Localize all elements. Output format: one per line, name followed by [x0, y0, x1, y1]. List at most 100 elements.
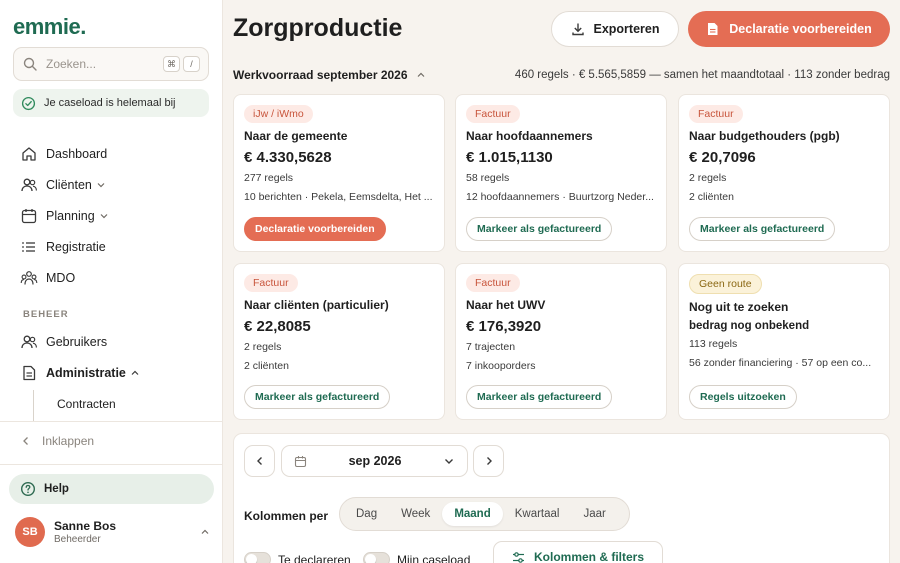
sidebar-item-label: Dashboard — [46, 147, 108, 161]
card-count: 2 regels — [244, 341, 282, 353]
sidebar-divider — [0, 421, 223, 422]
mark-invoiced-button[interactable]: Markeer als gefactureerd — [689, 217, 836, 241]
mark-invoiced-button[interactable]: Markeer als gefactureerd — [466, 385, 613, 409]
mark-invoiced-button[interactable]: Markeer als gefactureerd — [244, 385, 391, 409]
route-badge: Geen route — [689, 274, 762, 294]
route-badge: Factuur — [466, 274, 520, 292]
sidebar-item-planning[interactable]: Planning — [20, 205, 109, 227]
period-segmented-control: Dag Week Maand Kwartaal Jaar — [339, 497, 630, 531]
card-detail: 2 cliënten — [689, 191, 734, 203]
segment-kwartaal[interactable]: Kwartaal — [503, 502, 572, 526]
calendar-icon — [21, 209, 37, 224]
route-badge: Factuur — [244, 274, 298, 292]
segment-week[interactable]: Week — [389, 502, 442, 526]
document-icon — [23, 365, 36, 381]
collapse-label: Inklappen — [42, 434, 95, 448]
chevron-down-icon — [97, 183, 105, 188]
card-title: Naar het UWV — [466, 298, 546, 312]
page-title: Zorgproductie — [233, 14, 403, 42]
toggle-switch[interactable] — [244, 552, 271, 563]
previous-month-button[interactable] — [244, 445, 275, 477]
sliders-icon — [512, 551, 524, 563]
segment-dag[interactable]: Dag — [344, 502, 389, 526]
card-amount: € 20,7096 — [689, 149, 756, 166]
segment-maand[interactable]: Maand — [442, 502, 503, 526]
chevron-down-icon — [100, 214, 108, 219]
check-circle-icon — [21, 96, 36, 110]
card-count: 277 regels — [244, 172, 294, 184]
toggle-switch[interactable] — [363, 552, 390, 563]
prepare-declaration-label: Declaratie voorbereiden — [729, 22, 872, 36]
prepare-declaration-button[interactable]: Declaratie voorbereiden — [688, 11, 890, 47]
sidebar-item-label: Planning — [46, 209, 95, 223]
users-icon — [21, 178, 37, 192]
prepare-declaration-card-button[interactable]: Declaratie voorbereiden — [244, 217, 386, 241]
chevron-left-icon — [23, 437, 28, 445]
card-amount: € 4.330,5628 — [244, 149, 332, 166]
section-label-beheer: BEHEER — [23, 309, 69, 320]
route-card-hoofdaannemers: Factuur Naar hoofdaannemers € 1.015,1130… — [455, 94, 667, 252]
route-badge: iJw / iWmo — [244, 105, 313, 123]
sort-out-rows-button[interactable]: Regels uitzoeken — [689, 385, 797, 409]
user-menu[interactable]: SB Sanne Bos Beheerder — [15, 517, 211, 547]
search-icon — [23, 57, 37, 71]
toggle-te-declareren[interactable]: Te declareren — [244, 552, 351, 563]
card-detail: 56 zonder financiering · 57 op een co... — [689, 357, 872, 369]
help-label: Help — [44, 483, 69, 495]
sidebar-item-registratie[interactable]: Registratie — [20, 236, 106, 258]
help-circle-icon — [20, 481, 36, 497]
avatar: SB — [15, 517, 45, 547]
card-count: 7 trajecten — [466, 341, 516, 353]
card-title: Naar de gemeente — [244, 129, 348, 143]
columns-filters-label: Kolommen & filters — [533, 550, 644, 563]
card-amount: € 176,3920 — [466, 318, 542, 335]
sidebar-item-mdo[interactable]: MDO — [20, 267, 75, 289]
subnav-indent-line — [33, 390, 34, 422]
chevron-up-icon — [201, 529, 209, 534]
caseload-status: Je caseload is helemaal bij — [13, 89, 209, 117]
search-placeholder: Zoeken... — [46, 57, 97, 71]
sidebar-item-dashboard[interactable]: Dashboard — [20, 143, 107, 165]
card-detail: 10 berichten · Pekela, Eemsdelta, Het ..… — [244, 191, 433, 203]
app-logo[interactable]: emmie. — [13, 14, 86, 40]
document-icon — [708, 23, 718, 35]
month-select[interactable]: sep 2026 — [281, 445, 468, 477]
card-detail: 12 hoofdaannemers · Buurtzorg Neder... — [466, 191, 654, 203]
sidebar-item-label: MDO — [46, 271, 76, 285]
sidebar-item-clienten[interactable]: Cliënten — [20, 174, 106, 196]
download-icon — [571, 23, 584, 36]
workload-summary: 460 regels · € 5.565,5859 — samen het ma… — [514, 69, 890, 81]
collapse-sidebar-button[interactable]: Inklappen — [20, 434, 94, 448]
route-badge: Factuur — [466, 105, 520, 123]
sidebar-subitem-contracten[interactable]: Contracten — [57, 397, 116, 411]
users-icon — [21, 335, 37, 349]
sidebar-item-gebruikers[interactable]: Gebruikers — [20, 331, 107, 353]
chevron-down-icon — [445, 459, 453, 464]
toggle-mijn-caseload[interactable]: Mijn caseload — [363, 552, 470, 563]
search-input[interactable]: Zoeken... ⌘ / — [13, 47, 209, 81]
route-card-geen-route: Geen route Nog uit te zoeken bedrag nog … — [678, 263, 890, 420]
user-role: Beheerder — [54, 534, 101, 545]
next-month-button[interactable] — [473, 445, 504, 477]
card-title: Naar cliënten (particulier) — [244, 298, 389, 312]
workload-toggle[interactable]: Werkvoorraad september 2026 — [233, 68, 426, 82]
export-label: Exporteren — [593, 22, 660, 36]
toggle-label: Mijn caseload — [397, 552, 471, 563]
chevron-up-icon — [417, 72, 424, 77]
route-card-budgethouders: Factuur Naar budgethouders (pgb) € 20,70… — [678, 94, 890, 252]
mark-invoiced-button[interactable]: Markeer als gefactureerd — [466, 217, 613, 241]
shortcut-key-cmd: ⌘ — [163, 56, 180, 72]
route-card-clienten: Factuur Naar cliënten (particulier) € 22… — [233, 263, 445, 420]
card-title: Naar budgethouders (pgb) — [689, 129, 840, 143]
route-badge: Factuur — [689, 105, 743, 123]
help-button[interactable]: Help — [9, 474, 214, 504]
card-detail: 2 cliënten — [244, 360, 289, 372]
export-button[interactable]: Exporteren — [551, 11, 679, 47]
card-amount: € 1.015,1130 — [466, 149, 553, 166]
segment-jaar[interactable]: Jaar — [571, 502, 617, 526]
list-icon — [22, 242, 35, 252]
sidebar-item-administratie[interactable]: Administratie — [20, 362, 140, 384]
chevron-left-icon — [256, 457, 262, 465]
card-detail: 7 inkooporders — [466, 360, 536, 372]
columns-filters-button[interactable]: Kolommen & filters — [493, 541, 663, 563]
